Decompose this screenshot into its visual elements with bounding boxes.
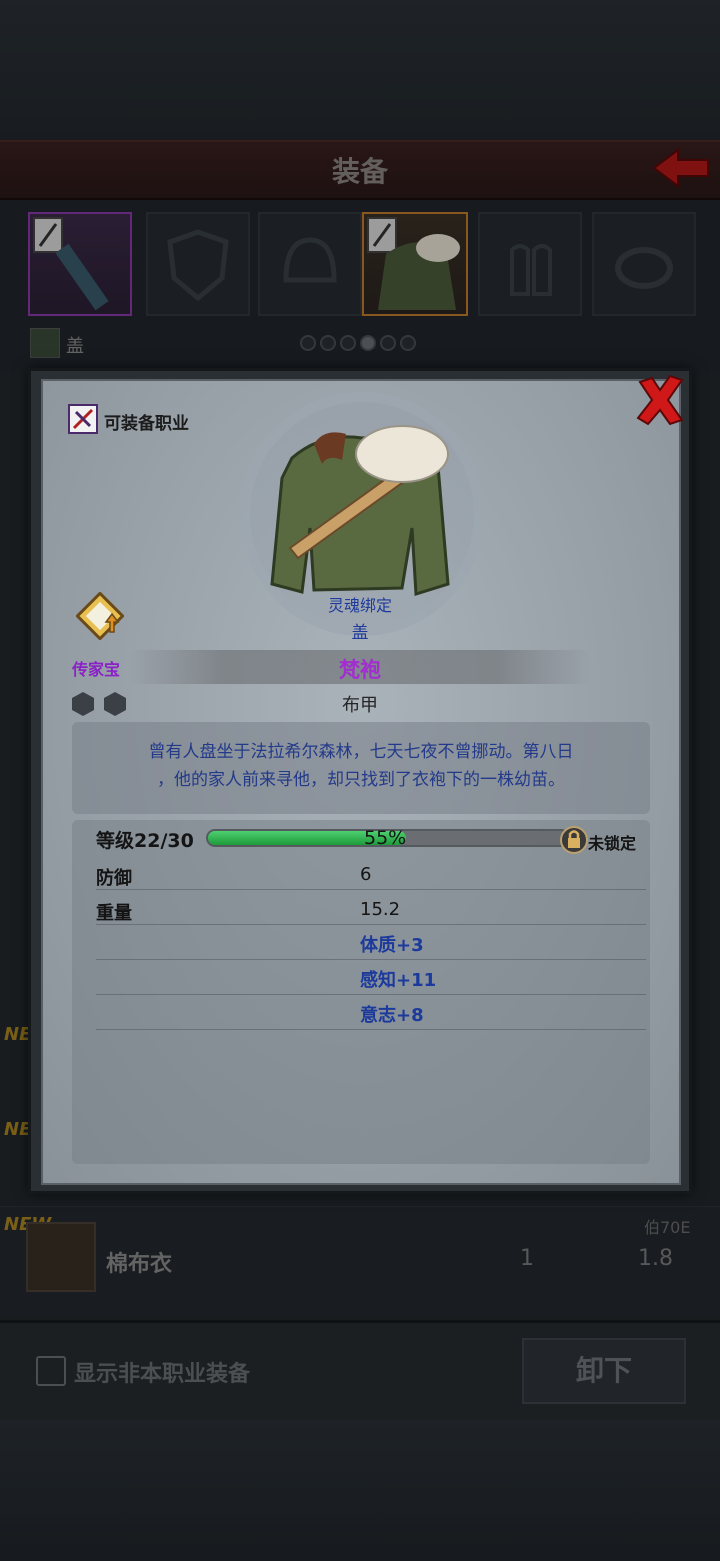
item-type: 布甲: [342, 695, 378, 716]
item-description: 曾有人盘坐于法拉希尔森林，七天七夜不曾挪动。第八日 ，他的家人前来寻他，却只找到…: [72, 722, 650, 814]
item-name: 梵袍: [339, 658, 381, 682]
class-staff-icon: [68, 404, 98, 434]
item-level: 等级22/30: [96, 830, 194, 852]
description-line: ，他的家人前来寻他，却只找到了衣袍下的一株幼苗。: [157, 770, 565, 790]
stat-label-weight: 重量: [96, 903, 132, 924]
stat-value-weight: 15.2: [360, 899, 401, 920]
heirloom-icon: [76, 592, 124, 640]
lock-icon[interactable]: [560, 824, 588, 854]
bonus-willpower: 意志+8: [360, 1005, 424, 1026]
description-line: 曾有人盘坐于法拉希尔森林，七天七夜不曾挪动。第八日: [148, 742, 574, 762]
level-progress-text: 55%: [364, 827, 407, 849]
equippable-class-label: 可装备职业: [104, 414, 189, 434]
stat-label-defense: 防御: [96, 868, 132, 889]
robe-icon: [270, 425, 450, 597]
bonus-constitution: 体质+3: [360, 935, 424, 956]
stat-value-defense: 6: [360, 864, 372, 885]
lock-status-label: 未锁定: [588, 834, 637, 853]
close-icon[interactable]: [632, 372, 688, 428]
bonus-perception: 感知+11: [360, 970, 437, 991]
